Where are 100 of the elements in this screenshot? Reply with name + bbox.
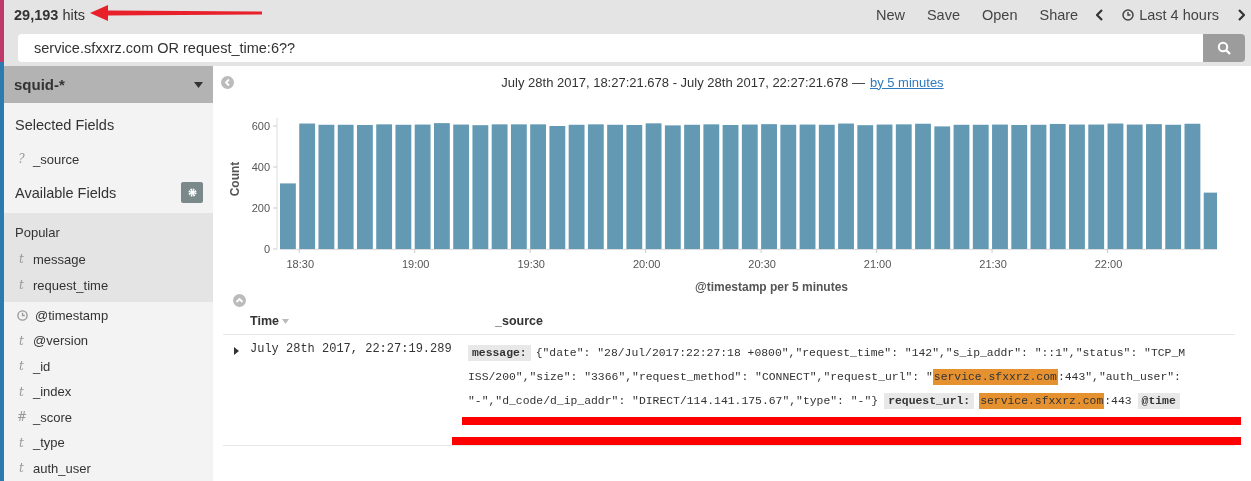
field-item[interactable]: ? _source (4, 146, 213, 173)
field-type: # (17, 410, 26, 425)
histogram-bar[interactable] (818, 124, 835, 249)
histogram-bar[interactable] (1088, 124, 1105, 249)
field-name-label: @time (1137, 393, 1180, 409)
field-item[interactable]: t _id (4, 353, 213, 379)
histogram-bar[interactable] (857, 125, 874, 249)
histogram-bar[interactable] (1184, 123, 1201, 249)
source-text: ISS/200","size": "3366","request_method": "CONNECT","request_url": " (468, 371, 933, 383)
histogram-bar[interactable] (972, 124, 989, 249)
section-title: Available Fields (15, 184, 117, 201)
histogram-bar[interactable] (876, 124, 893, 249)
field-item[interactable]: t auth_user (4, 455, 213, 481)
x-tick-label: 18:30 (286, 258, 314, 270)
histogram-bar[interactable] (934, 126, 951, 249)
interval-link[interactable]: by 5 minutes (869, 74, 944, 90)
x-tick-label: 20:30 (748, 258, 776, 270)
column-header[interactable]: _source (495, 314, 543, 328)
histogram-bar[interactable] (318, 124, 335, 249)
histogram-bar[interactable] (299, 123, 316, 249)
column-header[interactable]: Time (223, 314, 495, 328)
chevron-right-icon[interactable] (1237, 9, 1245, 21)
field-item[interactable]: t request_time (4, 272, 213, 299)
histogram-bar[interactable] (953, 124, 970, 249)
histogram-bar[interactable] (510, 124, 527, 249)
histogram-bar[interactable] (453, 124, 470, 249)
histogram-bar[interactable] (1049, 123, 1066, 249)
menu-link[interactable]: Save (926, 7, 960, 23)
source-text: :443","auth_user": (1057, 371, 1181, 383)
histogram-bar[interactable] (1107, 123, 1124, 249)
gear-icon (186, 187, 198, 199)
histogram-bar[interactable] (1126, 124, 1143, 249)
menu-link[interactable]: Open (982, 7, 1018, 23)
clock-icon (1122, 9, 1135, 21)
histogram-bar[interactable] (491, 124, 508, 249)
time-range-text: July 28th 2017, 18:27:21.678 - July 28th 2017, 22:27:21.678 — by 5 minutes (500, 74, 945, 90)
field-type: t (18, 333, 25, 348)
x-tick-label: 22:00 (1094, 258, 1123, 270)
y-tick-label: 0 (263, 243, 270, 255)
field-item[interactable]: t message (4, 246, 213, 273)
histogram-bar[interactable] (741, 124, 758, 249)
x-tick-label: 21:00 (863, 258, 892, 270)
field-type: t (18, 278, 25, 293)
histogram-bar[interactable] (607, 124, 623, 249)
histogram-bar[interactable] (895, 124, 912, 249)
histogram-bar[interactable] (549, 126, 566, 249)
field-item[interactable]: @timestamp (4, 302, 213, 328)
section-title: Selected Fields (15, 116, 115, 133)
x-tick-label: 19:30 (517, 258, 545, 270)
field-name-label: message: (468, 345, 531, 361)
histogram-bar[interactable] (1165, 124, 1182, 249)
field-item[interactable]: t _index (4, 378, 213, 405)
histogram-bar[interactable] (472, 125, 489, 249)
x-tick-label: 20:00 (632, 258, 661, 270)
field-item[interactable]: t _type (4, 429, 213, 456)
histogram-bar[interactable] (414, 124, 431, 249)
field-item[interactable]: # _score (4, 404, 213, 430)
histogram-bar[interactable] (433, 123, 450, 249)
source-text: :443 (1104, 395, 1132, 407)
histogram-bar[interactable] (1030, 124, 1047, 249)
search-button[interactable] (1203, 34, 1245, 62)
histogram-bar[interactable] (530, 124, 547, 249)
histogram-bar[interactable] (684, 124, 700, 249)
histogram-bar[interactable] (1011, 125, 1028, 249)
section-title: Popular (14, 224, 61, 243)
chevron-left-icon[interactable] (1096, 9, 1105, 21)
collapse-icon[interactable] (233, 294, 246, 307)
histogram-bar[interactable] (376, 124, 393, 249)
y-axis-title: Count (228, 161, 242, 197)
field-type: t (18, 435, 25, 450)
field-item[interactable]: t @version (4, 327, 213, 354)
field-type: t (18, 461, 25, 476)
time-picker[interactable]: Last 4 hours (1122, 7, 1219, 23)
histogram-bar[interactable] (664, 125, 681, 249)
collapse-icon[interactable] (221, 75, 234, 89)
histogram-bar[interactable] (568, 124, 585, 249)
y-tick-label: 600 (251, 120, 270, 132)
histogram-bar[interactable] (357, 125, 373, 249)
histogram-bar[interactable] (703, 124, 720, 249)
menu-link[interactable]: Share (1039, 7, 1079, 23)
histogram-bar[interactable] (395, 124, 412, 249)
histogram-bar[interactable] (1203, 192, 1217, 249)
histogram-bar[interactable] (337, 124, 354, 249)
x-tick-label: 21:30 (979, 258, 1007, 270)
histogram-bar[interactable] (280, 183, 296, 249)
y-tick-label: 400 (251, 161, 270, 173)
histogram-bar[interactable] (722, 125, 739, 249)
histogram-bar[interactable] (626, 125, 643, 249)
histogram-bar[interactable] (780, 124, 797, 249)
index-pattern-selector[interactable]: squid-* (4, 66, 213, 104)
menu-link[interactable]: New (875, 7, 905, 23)
search-icon (1217, 41, 1231, 55)
clock-icon (17, 309, 28, 321)
x-axis-title: @timestamp per 5 minutes (694, 280, 849, 294)
histogram-bar[interactable] (799, 124, 816, 249)
settings-button[interactable] (181, 182, 203, 204)
histogram-bar[interactable] (645, 123, 662, 249)
query-field[interactable]: service.sfxxrz.com OR request_time:6?? (18, 34, 1203, 62)
field-type: t (18, 384, 25, 399)
histogram-bar[interactable] (587, 124, 604, 249)
